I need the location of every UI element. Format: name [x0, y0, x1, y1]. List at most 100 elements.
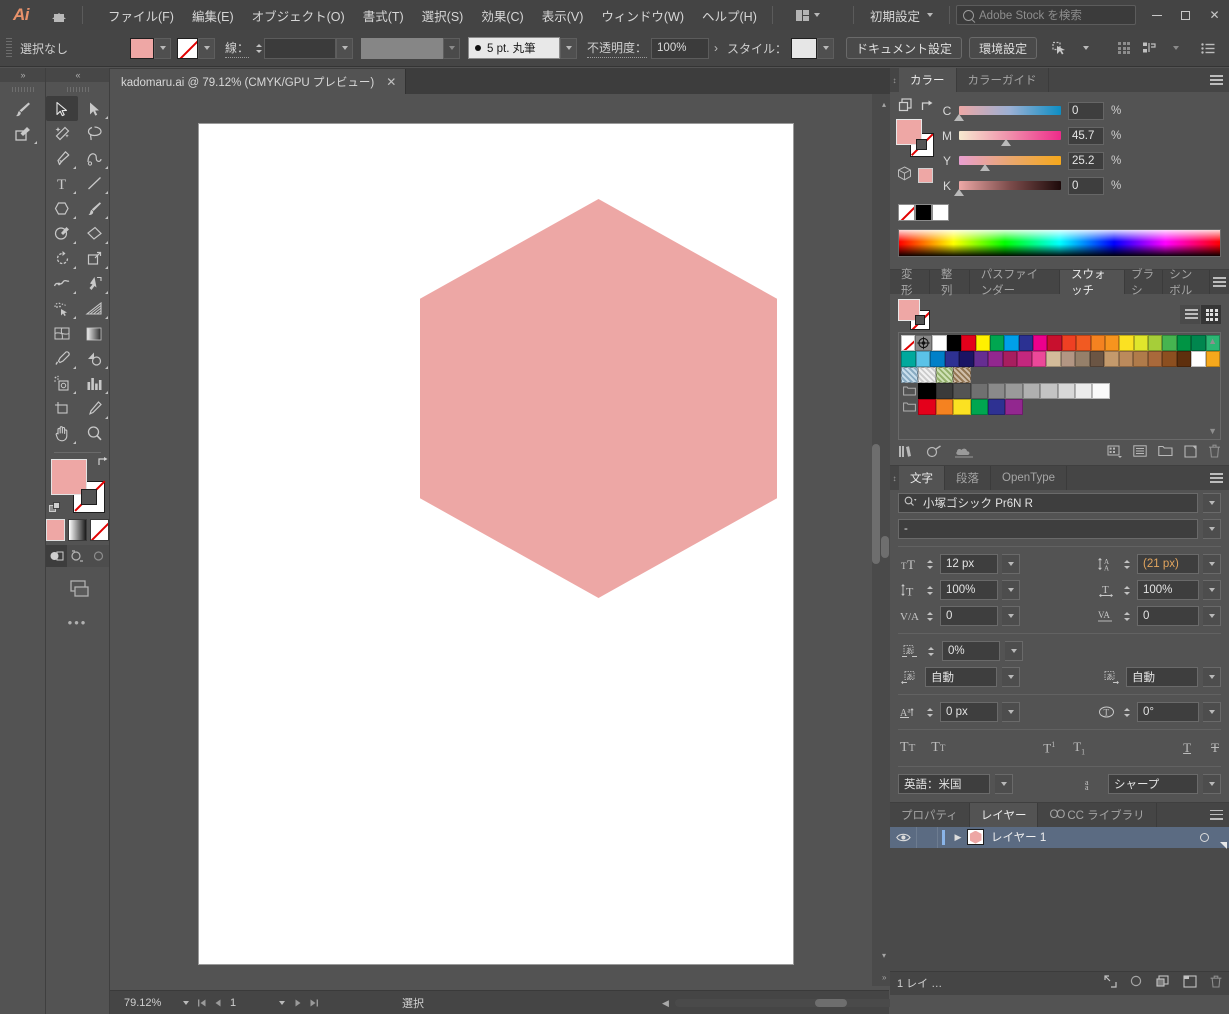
swatch-color[interactable] — [935, 383, 954, 399]
artboard[interactable] — [198, 123, 794, 965]
blend-tool[interactable] — [78, 346, 110, 371]
new-swatch-icon[interactable] — [1184, 444, 1197, 461]
splitter-up-arrow[interactable]: ▴ — [882, 100, 886, 109]
antialias-dropdown[interactable] — [1203, 773, 1221, 794]
artboard-number-dropdown[interactable] — [274, 994, 290, 1011]
graphic-style-dropdown[interactable] — [817, 37, 835, 59]
menu-view[interactable]: 表示(V) — [533, 2, 593, 29]
baseline-shift-input[interactable]: 0 px — [940, 702, 998, 722]
stroke-color-swatch[interactable] — [177, 37, 198, 59]
channel-y-slider[interactable] — [959, 156, 1061, 171]
kerning-stepper[interactable] — [924, 606, 936, 626]
leading-stepper[interactable] — [1121, 554, 1133, 574]
swatch-color[interactable] — [1133, 335, 1148, 351]
strikethrough-icon[interactable]: T — [1211, 740, 1219, 756]
lasso-tool[interactable] — [78, 121, 110, 146]
zoom-level-dropdown[interactable] — [178, 994, 194, 1011]
menu-type[interactable]: 書式(T) — [354, 2, 413, 29]
swatch-color[interactable] — [1119, 335, 1134, 351]
eraser-tool[interactable] — [78, 221, 110, 246]
scale-tool[interactable] — [78, 246, 110, 271]
menu-window[interactable]: ウィンドウ(W) — [592, 2, 693, 29]
swatch-color[interactable] — [935, 399, 954, 415]
gradient-mode-button[interactable] — [68, 519, 87, 541]
swatch-color[interactable] — [1176, 351, 1191, 367]
free-transform-tool[interactable] — [78, 271, 110, 296]
swatch-color[interactable] — [1031, 351, 1046, 367]
tracking-input[interactable]: 0 — [1137, 606, 1199, 626]
swatch-color[interactable] — [953, 399, 971, 415]
swatch-color[interactable] — [953, 383, 971, 399]
layer-row[interactable]: ▶ レイヤー 1 — [890, 826, 1229, 850]
channel-c-input[interactable]: 0 — [1068, 101, 1104, 120]
show-kind-icon[interactable] — [1107, 445, 1122, 461]
swatch-none[interactable] — [901, 335, 916, 351]
delete-swatch-icon[interactable] — [1208, 444, 1221, 461]
swatch-color[interactable] — [987, 383, 1006, 399]
swatch-color[interactable] — [1005, 383, 1023, 399]
column-graph-tool[interactable] — [78, 371, 110, 396]
default-fill-stroke-icon[interactable] — [48, 502, 62, 515]
underline-icon[interactable]: T — [1183, 740, 1191, 756]
maximize-button[interactable] — [1171, 0, 1200, 30]
tab-character[interactable]: 文字 — [899, 466, 945, 490]
swatch-color[interactable] — [1017, 351, 1032, 367]
layers-panel-menu-icon[interactable] — [1203, 803, 1229, 827]
edit-toolbar-button[interactable]: ••• — [46, 615, 109, 630]
horizontal-scale-stepper[interactable] — [1121, 580, 1133, 600]
stroke-weight-input[interactable] — [264, 37, 337, 59]
swatch-registration[interactable] — [915, 335, 933, 351]
swatches-grid[interactable]: ▲ ▼ — [898, 332, 1221, 440]
paintbrush-tool-icon[interactable] — [7, 96, 39, 121]
antialias-input[interactable]: シャープ — [1108, 773, 1198, 794]
brush-definition-input[interactable]: 5 pt. 丸筆 — [468, 37, 561, 59]
opacity-input[interactable]: 100% — [651, 37, 710, 59]
artboard-tool[interactable] — [46, 396, 78, 421]
channel-k-input[interactable]: 0 — [1068, 176, 1104, 195]
vertical-scale-stepper[interactable] — [924, 580, 936, 600]
swatch-color[interactable] — [989, 335, 1005, 351]
swatch-color[interactable] — [1089, 351, 1104, 367]
shape-builder-tool[interactable] — [46, 296, 78, 321]
distribute-icon[interactable] — [1137, 36, 1163, 60]
swatch-color[interactable] — [975, 335, 990, 351]
stroke-weight-stepper[interactable] — [253, 38, 264, 59]
swatch-color[interactable] — [915, 351, 930, 367]
language-input[interactable]: 英語：米国 — [898, 773, 990, 794]
channel-c-slider[interactable] — [954, 106, 1061, 121]
tsume-dropdown[interactable] — [1005, 641, 1023, 661]
swatches-fill-stroke[interactable] — [898, 299, 932, 330]
tab-swatches[interactable]: スウォッチ — [1060, 269, 1126, 297]
tracking-dropdown[interactable] — [1203, 606, 1221, 626]
curvature-tool[interactable] — [78, 146, 110, 171]
create-new-layer-icon[interactable] — [1183, 975, 1197, 991]
draw-behind-button[interactable] — [67, 545, 88, 567]
rotate-tool[interactable] — [46, 246, 78, 271]
swatch-options-icon[interactable] — [1133, 445, 1147, 460]
swatch-color[interactable] — [1162, 335, 1177, 351]
swatch-color[interactable] — [946, 335, 962, 351]
swatch-color[interactable] — [1148, 335, 1163, 351]
swatch-group-folder-icon[interactable] — [901, 383, 918, 399]
layer-target-icon[interactable] — [1191, 832, 1217, 842]
swatch-color[interactable] — [930, 351, 945, 367]
secondary-toolbar-grip[interactable] — [11, 87, 34, 92]
color-spectrum-bar[interactable] — [898, 229, 1221, 257]
polygon-shape-tool[interactable] — [46, 196, 78, 221]
swatches-panel-menu-icon[interactable] — [1210, 270, 1229, 294]
subscript-icon[interactable]: T1 — [1073, 739, 1085, 757]
first-artboard-button[interactable] — [194, 994, 210, 1012]
gradient-tool[interactable] — [78, 321, 110, 346]
locate-object-icon[interactable] — [1104, 975, 1117, 991]
splitter-down-arrow[interactable]: ▾ — [882, 951, 886, 960]
hexagon-shape[interactable] — [420, 199, 777, 598]
paintbrush-tool[interactable] — [78, 196, 110, 221]
tab-cc-libraries[interactable]: OO CC ライブラリ — [1038, 802, 1157, 827]
character-rotation-stepper[interactable] — [1121, 702, 1133, 722]
left-aki-input[interactable]: 自動 — [925, 667, 997, 687]
control-bar-grip[interactable] — [6, 38, 12, 58]
menu-help[interactable]: ヘルプ(H) — [693, 2, 766, 29]
swatch-color[interactable] — [1074, 383, 1093, 399]
tab-brushes[interactable]: ブラシ — [1125, 269, 1164, 297]
swatch-color[interactable] — [918, 383, 936, 399]
